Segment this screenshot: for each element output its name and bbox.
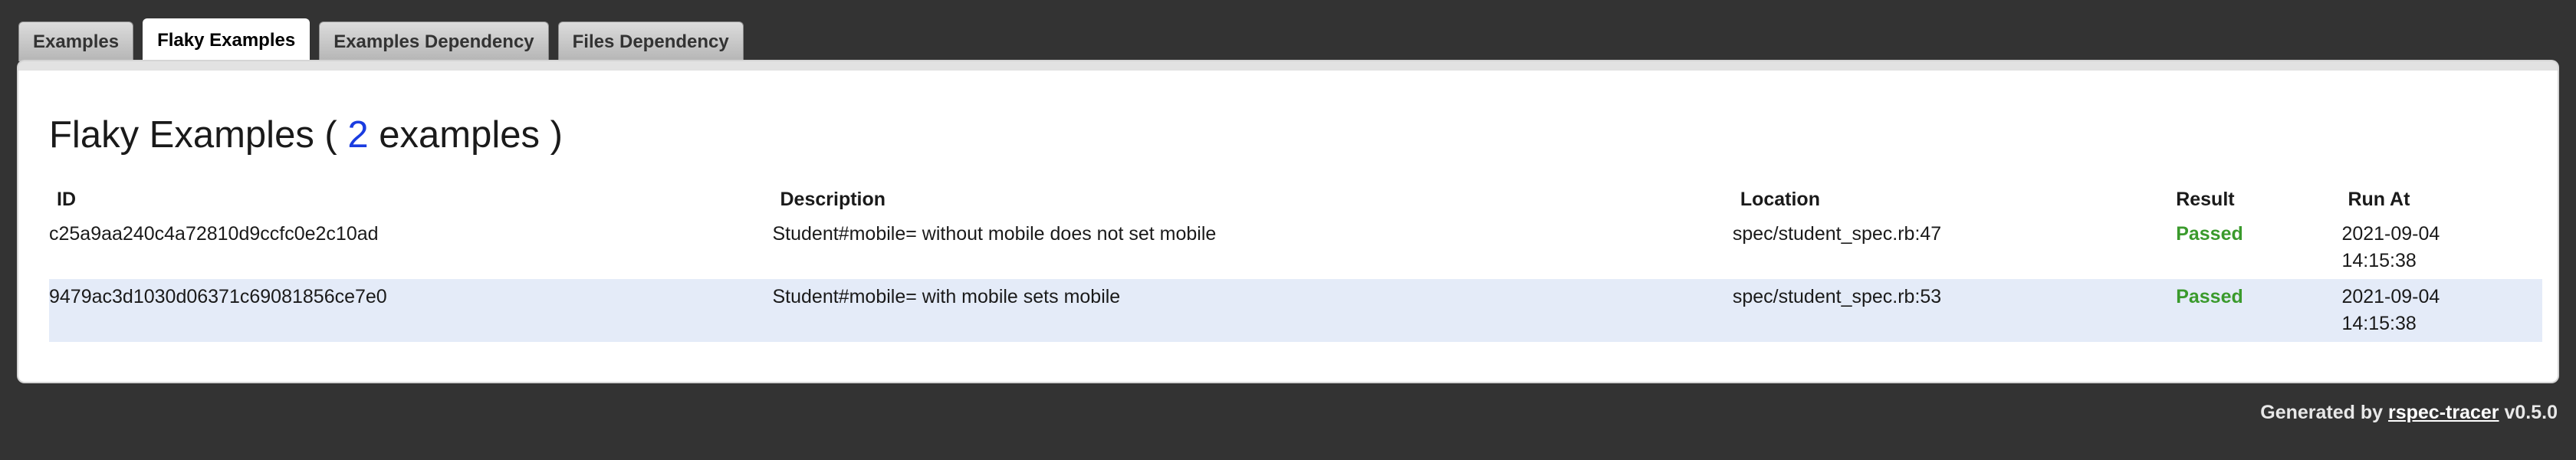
header-description[interactable]: Description [773,182,1733,216]
tab-flaky-examples[interactable]: Flaky Examples [143,18,310,61]
footer: Generated by rspec-tracer v0.5.0 [2260,402,2558,424]
cell-id: 9479ac3d1030d06371c69081856ce7e0 [49,286,387,307]
tab-examples-dependency[interactable]: Examples Dependency [319,21,549,61]
cell-id: c25a9aa240c4a72810d9ccfc0e2c10ad [49,223,379,245]
footer-version: v0.5.0 [2504,402,2558,423]
content-panel: Flaky Examples ( 2 examples ) ID Descrip… [18,61,2558,382]
header-location[interactable]: Location [1733,182,2176,216]
cell-result: Passed [2176,286,2243,307]
title-suffix: examples ) [379,114,563,156]
header-result[interactable]: Result [2176,182,2341,216]
tab-bar: Examples Flaky Examples Examples Depende… [18,18,753,61]
cell-description: Student#mobile= without mobile does not … [772,223,1217,245]
footer-prefix: Generated by [2260,402,2384,423]
tab-files-dependency[interactable]: Files Dependency [557,21,744,61]
cell-location: spec/student_spec.rb:47 [1732,223,1942,245]
table-row: c25a9aa240c4a72810d9ccfc0e2c10ad Student… [49,216,2542,279]
tab-examples[interactable]: Examples [18,21,134,61]
cell-run-at: 2021-09-04 14:15:38 [2341,279,2542,342]
table-row: 9479ac3d1030d06371c69081856ce7e0 Student… [49,279,2542,342]
header-id[interactable]: ID [49,182,773,216]
title-prefix: Flaky Examples ( [49,114,337,156]
cell-location: spec/student_spec.rb:53 [1732,286,1942,307]
table-header-row: ID Description Location Result Run At [49,182,2542,216]
run-at-time: 14:15:38 [2341,313,2417,334]
flaky-examples-table: ID Description Location Result Run At c2… [49,182,2542,342]
cell-description: Student#mobile= with mobile sets mobile [772,286,1121,307]
run-at-date: 2021-09-04 [2341,286,2440,307]
run-at-date: 2021-09-04 [2341,223,2440,245]
rspec-tracer-link[interactable]: rspec-tracer [2388,402,2499,423]
header-run-at[interactable]: Run At [2341,182,2542,216]
run-at-time: 14:15:38 [2341,250,2417,271]
example-count: 2 [347,114,369,156]
cell-run-at: 2021-09-04 14:15:38 [2341,216,2542,279]
page-title: Flaky Examples ( 2 examples ) [49,113,563,156]
cell-result: Passed [2176,223,2243,245]
